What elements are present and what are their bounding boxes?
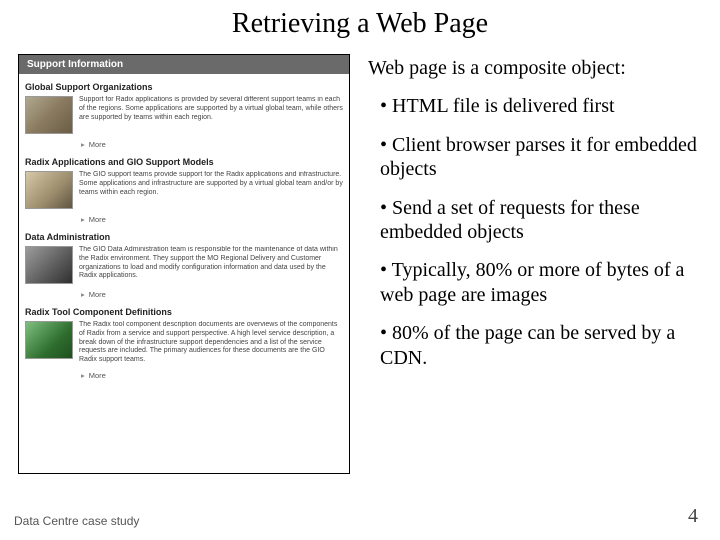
bullet-item: • Typically, 80% or more of bytes of a w… — [368, 258, 708, 307]
section-thumbnail — [25, 321, 73, 359]
screenshot-section: Radix Applications and GIO Support Model… — [25, 157, 343, 224]
section-thumbnail — [25, 171, 73, 209]
webpage-screenshot: Support Information Global Support Organ… — [18, 54, 350, 474]
intro-text: Web page is a composite object: — [368, 56, 708, 80]
more-link: More — [81, 371, 343, 380]
section-heading: Data Administration — [25, 232, 343, 242]
section-text: The GIO support teams provide support fo… — [79, 171, 343, 197]
footer-text: Data Centre case study — [14, 514, 139, 528]
bullet-item: • HTML file is delivered first — [368, 94, 708, 118]
slide-content: Support Information Global Support Organ… — [0, 54, 720, 474]
section-text: The GIO Data Administration team is resp… — [79, 246, 343, 281]
bullet-item: • 80% of the page can be served by a CDN… — [368, 321, 708, 370]
screenshot-header: Support Information — [19, 55, 349, 74]
slide-number: 4 — [688, 505, 698, 528]
section-text: The Radix tool component description doc… — [79, 321, 343, 365]
section-text: Support for Radix applications is provid… — [79, 96, 343, 122]
screenshot-body: Global Support Organizations Support for… — [19, 74, 349, 392]
more-link: More — [81, 290, 343, 299]
section-heading: Global Support Organizations — [25, 82, 343, 92]
screenshot-section: Global Support Organizations Support for… — [25, 82, 343, 149]
section-heading: Radix Tool Component Definitions — [25, 307, 343, 317]
screenshot-section: Data Administration The GIO Data Adminis… — [25, 232, 343, 299]
slide-title: Retrieving a Web Page — [0, 0, 720, 54]
screenshot-section: Radix Tool Component Definitions The Rad… — [25, 307, 343, 380]
more-link: More — [81, 215, 343, 224]
bullet-column: Web page is a composite object: • HTML f… — [368, 54, 708, 474]
bullet-item: • Client browser parses it for embedded … — [368, 133, 708, 182]
section-heading: Radix Applications and GIO Support Model… — [25, 157, 343, 167]
section-thumbnail — [25, 246, 73, 284]
bullet-item: • Send a set of requests for these embed… — [368, 196, 708, 245]
section-thumbnail — [25, 96, 73, 134]
more-link: More — [81, 140, 343, 149]
